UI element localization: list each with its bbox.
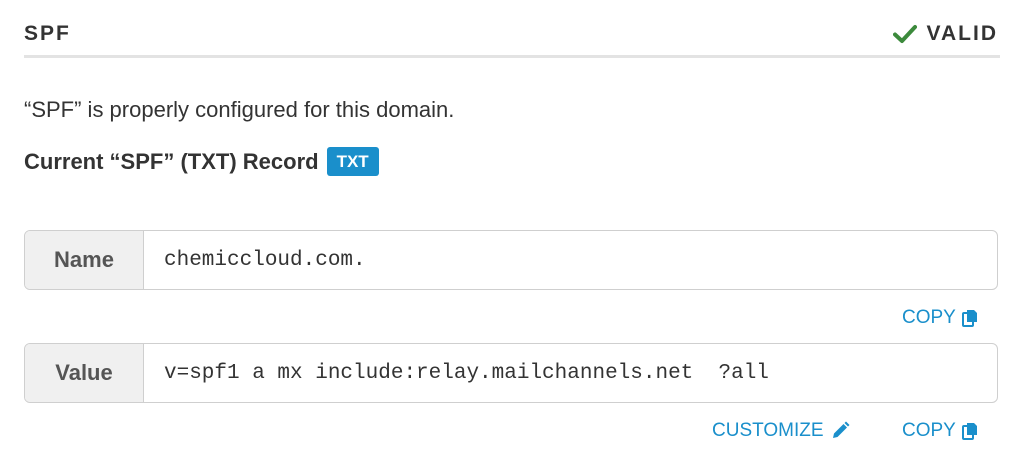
status-label: VALID [926,22,998,45]
copy-icon [961,423,977,440]
customize-button[interactable]: CUSTOMIZE [712,420,850,442]
value-field-label: Value [25,344,144,402]
name-field: Name chemiccloud.com. [24,230,998,290]
copy-name-button[interactable]: COPY [902,307,978,329]
value-field: Value v=spf1 a mx include:relay.mailchan… [24,343,998,403]
name-field-value[interactable]: chemiccloud.com. [144,231,997,289]
value-field-value[interactable]: v=spf1 a mx include:relay.mailchannels.n… [144,344,997,402]
copy-value-label: COPY [902,420,956,441]
copy-value-button[interactable]: COPY [902,420,978,442]
name-field-label: Name [25,231,144,289]
record-heading: Current “SPF” (TXT) Record TXT [24,147,379,176]
copy-name-label: COPY [902,307,956,328]
status-indicator: VALID [892,22,998,46]
pencil-icon [832,421,850,438]
section-title: SPF [24,22,71,45]
customize-label: CUSTOMIZE [712,420,824,441]
record-title: Current “SPF” (TXT) Record [24,148,319,174]
check-icon [892,25,917,43]
copy-icon [961,310,977,327]
status-description: “SPF” is properly configured for this do… [24,97,455,122]
record-type-badge: TXT [326,147,379,176]
section-header: SPF VALID [24,0,1000,58]
